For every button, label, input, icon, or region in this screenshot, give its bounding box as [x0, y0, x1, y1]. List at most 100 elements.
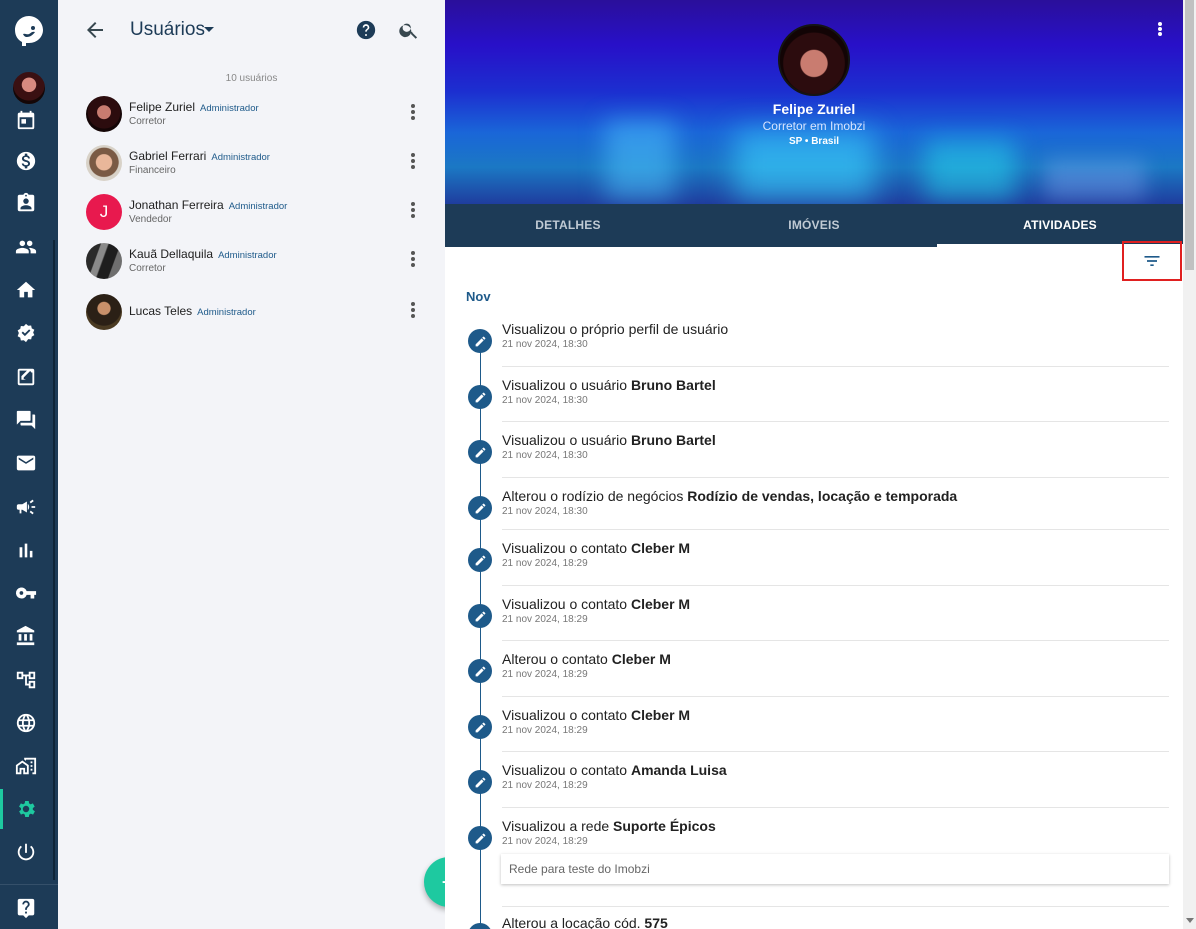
clipboard-icon[interactable] — [13, 190, 39, 216]
activity-date: 21 nov 2024, 18:29 — [502, 614, 588, 625]
activity-date: 21 nov 2024, 18:29 — [502, 725, 588, 736]
divider — [502, 640, 1169, 641]
activity-target: Amanda Luisa — [630, 762, 727, 778]
pencil-icon — [468, 826, 492, 850]
pencil-icon — [468, 385, 492, 409]
user-badge: Administrador — [228, 201, 288, 212]
more-vert-icon[interactable] — [411, 202, 417, 218]
help-icon[interactable] — [13, 895, 39, 921]
activity-date: 21 nov 2024, 18:29 — [502, 669, 588, 680]
bar-chart-icon[interactable] — [13, 537, 39, 563]
mail-icon[interactable] — [13, 450, 39, 476]
activity-target: Bruno Bartel — [630, 377, 716, 393]
user-badge: Administrador — [197, 307, 256, 318]
settings-icon[interactable] — [13, 796, 39, 822]
activity-date: 21 nov 2024, 18:29 — [502, 780, 588, 791]
chat-icon[interactable] — [13, 407, 39, 433]
activity-date: 21 nov 2024, 18:29 — [502, 558, 588, 569]
bank-icon[interactable] — [13, 623, 39, 649]
activity-target: Rodízio de vendas, locação e temporada — [687, 488, 958, 504]
rail-footer — [0, 884, 58, 929]
dollar-icon[interactable] — [13, 148, 39, 174]
pencil-icon — [468, 440, 492, 464]
buildings-icon[interactable] — [13, 753, 39, 779]
tab-imoveis[interactable]: IMÓVEIS — [691, 204, 937, 247]
edit-note-icon[interactable] — [13, 364, 39, 390]
activity-text: Visualizou o contato — [502, 596, 631, 612]
user-name: Kauã Dellaquila — [129, 247, 214, 261]
user-role: Corretor — [129, 116, 166, 127]
tab-detalhes[interactable]: DETALHES — [445, 204, 691, 247]
back-arrow-icon[interactable] — [83, 18, 107, 42]
user-row[interactable]: Gabriel Ferrari Administrador Financeiro — [58, 145, 445, 191]
profile-avatar[interactable] — [778, 24, 850, 96]
org-tree-icon[interactable] — [13, 667, 39, 693]
users-list-panel: Usuários 10 usuários Felipe Zuriel Admini… — [58, 0, 474, 929]
more-vert-icon[interactable] — [411, 104, 417, 120]
detail-scrollbar[interactable] — [1183, 0, 1196, 929]
divider — [502, 585, 1169, 586]
check-circle-icon[interactable] — [13, 320, 39, 346]
globe-icon[interactable] — [13, 710, 39, 736]
users-list-header: Usuários — [58, 0, 445, 62]
activity-date: 21 nov 2024, 18:30 — [502, 395, 588, 406]
scroll-down-arrow-icon[interactable] — [1186, 918, 1194, 923]
home-icon[interactable] — [13, 277, 39, 303]
activity-text: Visualizou o contato — [502, 707, 631, 723]
activity-text: Visualizou o contato — [502, 762, 631, 778]
divider — [502, 696, 1169, 697]
search-icon[interactable] — [398, 19, 420, 41]
divider — [502, 751, 1169, 752]
current-user-avatar[interactable] — [11, 70, 47, 106]
help-circle-icon[interactable] — [356, 20, 376, 40]
more-vert-icon[interactable] — [411, 153, 417, 169]
divider — [502, 477, 1169, 478]
key-icon[interactable] — [13, 580, 39, 606]
user-badge: Administrador — [218, 250, 277, 261]
rail-scrollbar[interactable] — [53, 240, 55, 880]
activity-text: Alterou o rodízio de negócios — [502, 488, 688, 504]
page-title[interactable]: Usuários — [130, 19, 205, 41]
user-row[interactable]: J Jonathan Ferreira Administrador Vendedo… — [58, 194, 445, 240]
pencil-icon — [468, 715, 492, 739]
more-vert-icon[interactable] — [1158, 22, 1162, 36]
profile-tabs: DETALHES IMÓVEIS ATIVIDADES — [445, 204, 1183, 247]
activity-text: Visualizou a rede — [502, 818, 614, 834]
activity-target: Bruno Bartel — [630, 432, 716, 448]
user-role: Financeiro — [129, 165, 176, 176]
pencil-icon — [468, 659, 492, 683]
pencil-icon — [468, 329, 492, 353]
people-icon[interactable] — [13, 234, 39, 260]
users-count: 10 usuários — [225, 73, 278, 84]
activity-date: 21 nov 2024, 18:30 — [502, 450, 588, 461]
active-nav-indicator — [0, 789, 3, 829]
divider — [502, 807, 1169, 808]
month-heading: Nov — [466, 289, 491, 304]
avatar — [86, 145, 122, 181]
user-row[interactable]: Felipe Zuriel Administrador Corretor — [58, 96, 445, 142]
more-vert-icon[interactable] — [411, 302, 417, 318]
activity-text: Visualizou o contato — [502, 540, 631, 556]
pencil-icon — [468, 496, 492, 520]
more-vert-icon[interactable] — [411, 251, 417, 267]
avatar — [86, 294, 122, 330]
scrollbar-thumb[interactable] — [1185, 0, 1194, 270]
filter-button[interactable] — [1122, 241, 1182, 281]
activity-text: Visualizou o usuário — [502, 377, 631, 393]
activity-text: Visualizou o próprio perfil de usuário — [502, 321, 729, 337]
activity-target: Cleber M — [630, 707, 691, 723]
activity-target: Cleber M — [630, 540, 691, 556]
activity-date: 21 nov 2024, 18:30 — [502, 339, 588, 350]
user-name: Jonathan Ferreira — [129, 198, 224, 212]
activity-text: Alterou a locação cód. — [502, 915, 645, 929]
divider — [502, 366, 1169, 367]
user-row[interactable]: Lucas Teles Administrador — [58, 294, 445, 340]
megaphone-icon[interactable] — [13, 494, 39, 520]
caret-down-icon[interactable] — [204, 27, 214, 32]
calendar-icon[interactable] — [13, 107, 39, 133]
power-icon[interactable] — [13, 839, 39, 865]
app-logo-icon[interactable] — [12, 14, 46, 48]
user-row[interactable]: Kauã Dellaquila Administrador Corretor — [58, 243, 445, 289]
avatar: J — [86, 194, 122, 230]
activity-target: Suporte Épicos — [613, 818, 716, 834]
